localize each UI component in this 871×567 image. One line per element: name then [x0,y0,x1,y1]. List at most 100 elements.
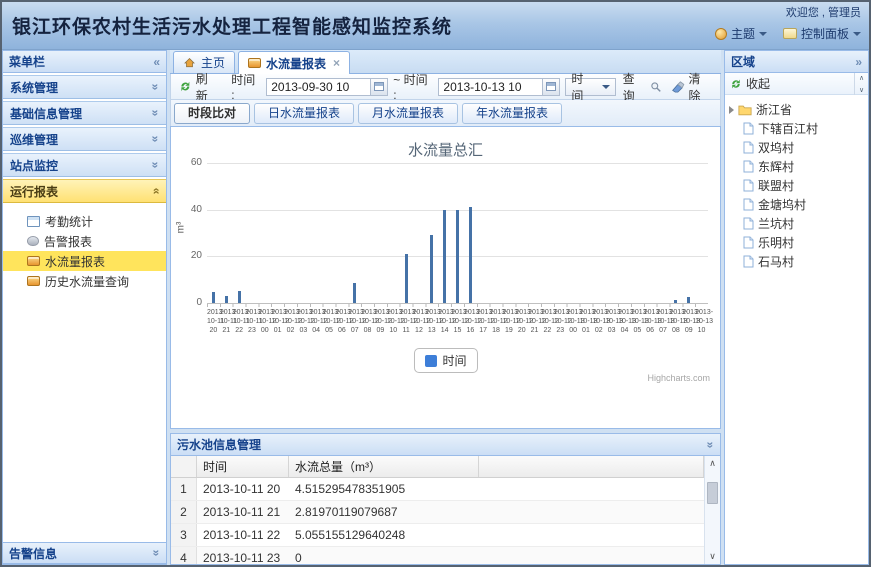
sidebar-section-系统管理[interactable]: 系统管理» [3,75,166,99]
toolbar: 刷新 时间 : ~ 时间 : 时间 查询 [170,74,721,100]
region-header: 区域 » [725,51,868,73]
report-box-icon [248,58,261,68]
alarm-info-header[interactable]: 告警信息 » [3,542,166,564]
x-axis-labels: 2013-10-11202013-10-11212013-10-11222013… [207,308,708,338]
scroll-up-icon[interactable]: ∧ [859,74,864,82]
chart-bar[interactable] [225,296,228,303]
tree-node-兰坑村[interactable]: 兰坑村 [729,214,864,233]
chart-title: 水流量总汇 [171,139,720,160]
chart-bar[interactable] [353,283,356,303]
theme-menu[interactable]: 主题 [715,25,767,42]
region-panel: 区域 » 收起 ∧∨ 浙江省下辖百江村双坞村东辉村联盟村金塘坞村兰坑村乐明村石马… [724,50,869,565]
sidebar-item-告警报表[interactable]: 告警报表 [3,231,166,251]
scroll-down-icon[interactable]: ∨ [859,86,864,94]
sidebar-item-水流量报表[interactable]: 水流量报表 [3,251,166,271]
chart-bar[interactable] [238,291,241,303]
subtab-日水流量报表[interactable]: 日水流量报表 [254,103,354,124]
sidebar-section-站点监控[interactable]: 站点监控» [3,153,166,177]
tab-water-flow-report[interactable]: 水流量报表 × [238,51,350,74]
table-scrollbar[interactable]: ∧ ∨ [704,456,720,564]
main-area: 主页 水流量报表 × 刷新 时间 : ~ 时间 [170,50,721,565]
tree-node-乐明村[interactable]: 乐明村 [729,233,864,252]
row-number: 4 [171,547,197,564]
col-total-header: 水流总量（m³） [289,456,479,477]
tree-node-label: 联盟村 [758,177,794,194]
combo-value: 时间 [571,70,594,104]
scrollbar-thumb[interactable] [707,482,718,504]
tab-home-label: 主页 [201,54,225,71]
submenu: 考勤统计告警报表水流量报表历史水流量查询 [3,203,166,297]
table-row[interactable]: 12013-10-11 204.515295478351905 [171,478,704,501]
tab-active-label: 水流量报表 [266,55,326,72]
file-icon [743,122,754,135]
x-tick-label: 2013-10-1306 [644,308,657,335]
collapse-right-icon[interactable]: » [855,56,862,68]
tree-scrollbar[interactable]: ∧∨ [854,73,868,95]
time-to-input[interactable] [438,78,542,96]
tree-node-root[interactable]: 浙江省 [729,100,864,119]
subtab-时段比对[interactable]: 时段比对 [174,103,250,124]
collapse-tree-button[interactable]: 收起 [746,75,770,92]
sidebar-section-基础信息管理[interactable]: 基础信息管理» [3,101,166,125]
chart-legend[interactable]: 时间 [413,348,477,373]
tree-node-联盟村[interactable]: 联盟村 [729,176,864,195]
sidebar-item-考勤统计[interactable]: 考勤统计 [3,211,166,231]
tree-node-label: 下辖百江村 [758,120,818,137]
refresh-icon [730,78,742,90]
x-tick-label: 2013-10-1211 [400,308,413,335]
x-tick-label: 2013-10-1300 [567,308,580,335]
tree-node-双坞村[interactable]: 双坞村 [729,138,864,157]
time-unit-combo[interactable]: 时间 [565,78,615,96]
subtab-月水流量报表[interactable]: 月水流量报表 [358,103,458,124]
table-row[interactable]: 22013-10-11 212.81970119079687 [171,501,704,524]
scroll-down-icon[interactable]: ∨ [705,551,720,562]
chevron-down-icon [853,32,861,36]
y-tick-label: 0 [174,297,202,308]
tree-expand-icon[interactable] [729,106,734,114]
chart-bar[interactable] [469,207,472,303]
calendar-button[interactable] [370,78,388,96]
subtab-年水流量报表[interactable]: 年水流量报表 [462,103,562,124]
x-tick-label: 2013-10-1121 [220,308,233,335]
chart-bar[interactable] [430,235,433,303]
sidebar-section-运行报表[interactable]: 运行报表» [3,179,166,203]
table-row[interactable]: 42013-10-11 230 [171,547,704,564]
sidebar-item-历史水流量查询[interactable]: 历史水流量查询 [3,271,166,291]
tree-node-label: 浙江省 [756,101,792,118]
row-number: 2 [171,501,197,523]
x-tick-label: 2013-10-1122 [233,308,246,335]
sidebar-item-label: 告警报表 [44,233,92,250]
tree-node-金塘坞村[interactable]: 金塘坞村 [729,195,864,214]
x-tick-label: 2013-10-1304 [618,308,631,335]
tab-close-icon[interactable]: × [333,56,340,70]
chart-bar[interactable] [405,254,408,303]
row-total: 4.515295478351905 [289,482,479,496]
alarm-info-title: 告警信息 [9,545,57,562]
tree-node-石马村[interactable]: 石马村 [729,252,864,271]
time-from-input[interactable] [266,78,370,96]
sidebar-item-label: 历史水流量查询 [45,273,129,290]
x-tick-label: 2013-10-1214 [438,308,451,335]
alarm-report-icon [27,236,39,246]
chart-bar[interactable] [456,210,459,303]
refresh-button[interactable]: 刷新 [177,70,221,104]
calendar-button[interactable] [542,78,560,96]
query-button[interactable]: 查询 [621,70,664,104]
chevron-double-down-icon[interactable]: » [705,441,717,448]
clear-button[interactable]: 清除 [669,70,714,104]
x-tick-label: 2013-10-1310 [695,308,708,335]
tree-node-东辉村[interactable]: 东辉村 [729,157,864,176]
tree-node-下辖百江村[interactable]: 下辖百江村 [729,119,864,138]
scroll-up-icon[interactable]: ∧ [705,458,720,469]
chart-bar[interactable] [443,210,446,303]
chart-bar[interactable] [212,292,215,303]
control-panel-menu[interactable]: 控制面板 [783,25,861,42]
collapse-left-icon[interactable]: « [153,56,160,68]
table-row[interactable]: 32013-10-11 225.055155129640248 [171,524,704,547]
report-box-icon [27,276,40,286]
x-tick-label: 2013-10-1213 [425,308,438,335]
sidebar-section-巡维管理[interactable]: 巡维管理» [3,127,166,151]
sewage-pool-title: 污水池信息管理 [177,436,261,453]
clear-label: 清除 [689,70,712,104]
x-tick-label: 2013-10-1203 [297,308,310,335]
